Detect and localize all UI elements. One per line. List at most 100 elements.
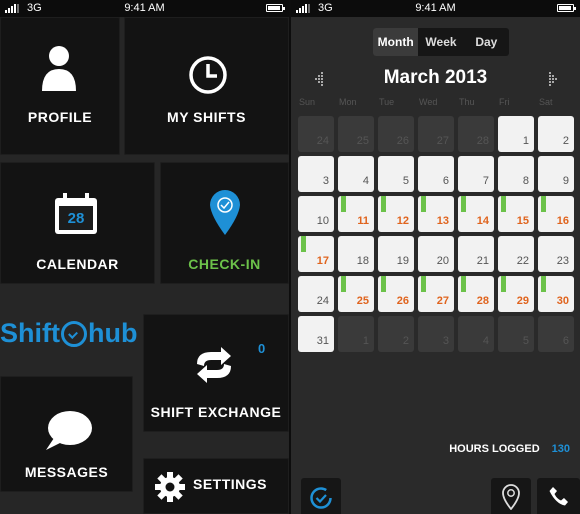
calendar-screen: 3G 9:41 AM Month Week Day March 2013 Sun…	[291, 0, 580, 514]
calendar-day-shift[interactable]: 27	[418, 276, 454, 312]
calendar-day[interactable]: 8	[498, 156, 534, 192]
day-number: 22	[516, 255, 529, 267]
calendar-day-shift[interactable]: 30	[538, 276, 574, 312]
profile-tile[interactable]: PROFILE	[0, 17, 120, 155]
my-shifts-tile[interactable]: MY SHIFTS	[124, 17, 289, 155]
calendar-day[interactable]: 1	[498, 116, 534, 152]
day-number: 28	[476, 295, 489, 307]
day-number: 15	[516, 215, 529, 227]
day-number: 1	[522, 135, 529, 147]
day-number: 19	[396, 255, 409, 267]
weekday-label: Fri	[499, 97, 510, 107]
calendar-day[interactable]: 9	[538, 156, 574, 192]
tab-month[interactable]: Month	[373, 28, 419, 56]
status-bar: 3G 9:41 AM	[0, 0, 289, 17]
tab-week[interactable]: Week	[418, 28, 463, 56]
calendar-day[interactable]: 21	[458, 236, 494, 272]
calendar-day[interactable]: 3	[298, 156, 334, 192]
calendar-tile[interactable]: 28 CALENDAR	[0, 162, 155, 284]
calendar-day-other-month[interactable]: 24	[298, 116, 334, 152]
shifthub-home-button[interactable]	[301, 478, 341, 514]
day-number: 1	[362, 335, 369, 347]
calendar-day-shift[interactable]: 14	[458, 196, 494, 232]
calendar-day-other-month[interactable]: 27	[418, 116, 454, 152]
calendar-day-other-month[interactable]: 28	[458, 116, 494, 152]
day-number: 11	[357, 215, 369, 227]
calendar-day[interactable]: 18	[338, 236, 374, 272]
logo-suffix: hub	[88, 318, 138, 348]
calendar-day-shift[interactable]: 29	[498, 276, 534, 312]
clock-icon	[189, 56, 227, 94]
shift-exchange-tile[interactable]: SHIFT EXCHANGE	[143, 314, 289, 432]
calendar-day[interactable]: 24	[298, 276, 334, 312]
calendar-day-shift[interactable]: 16	[538, 196, 574, 232]
calendar-day-other-month[interactable]: 25	[338, 116, 374, 152]
day-number: 12	[396, 215, 409, 227]
calendar-day-shift[interactable]: 25	[338, 276, 374, 312]
day-number: 24	[316, 135, 329, 147]
status-bar: 3G 9:41 AM	[291, 0, 580, 17]
status-time: 9:41 AM	[124, 2, 165, 14]
calendar-day-shift[interactable]: 12	[378, 196, 414, 232]
weekday-label: Sun	[299, 97, 316, 107]
calendar-day[interactable]: 4	[338, 156, 374, 192]
day-number: 6	[562, 335, 569, 347]
calendar-day[interactable]: 5	[378, 156, 414, 192]
hours-logged: HOURS LOGGED 130	[449, 443, 570, 455]
day-number: 2	[402, 335, 409, 347]
calendar-day[interactable]: 6	[418, 156, 454, 192]
calendar-day-other-month[interactable]: 2	[378, 316, 414, 352]
battery-icon	[557, 4, 576, 12]
check-in-tile[interactable]: CHECK-IN	[160, 162, 289, 284]
shifthub-logo: Shift hub	[0, 318, 137, 349]
calendar-day-shift[interactable]: 13	[418, 196, 454, 232]
calendar-day-other-month[interactable]: 1	[338, 316, 374, 352]
month-navigation: March 2013	[291, 64, 580, 92]
profile-label: PROFILE	[27, 109, 93, 125]
status-time: 9:41 AM	[415, 2, 456, 14]
calendar-day-shift[interactable]: 15	[498, 196, 534, 232]
my-shifts-label: MY SHIFTS	[167, 109, 246, 125]
calendar-day-shift[interactable]: 28	[458, 276, 494, 312]
calendar-day-shift[interactable]: 17	[298, 236, 334, 272]
calendar-day-other-month[interactable]: 3	[418, 316, 454, 352]
calendar-day-other-month[interactable]: 5	[498, 316, 534, 352]
settings-tile[interactable]: SETTINGS	[143, 458, 289, 514]
calendar-day-shift[interactable]: 26	[378, 276, 414, 312]
weekday-label: Mon	[339, 97, 357, 107]
calendar-day[interactable]: 23	[538, 236, 574, 272]
calendar-day[interactable]: 22	[498, 236, 534, 272]
day-number: 21	[476, 255, 489, 267]
home-screen: 3G 9:41 AM PROFILE MY SHIFTS 28 CALENDAR	[0, 0, 289, 514]
call-button[interactable]	[537, 478, 580, 514]
day-number: 4	[362, 175, 369, 187]
day-number: 5	[522, 335, 529, 347]
calendar-day[interactable]: 7	[458, 156, 494, 192]
day-number: 25	[356, 135, 369, 147]
hours-logged-label: HOURS LOGGED	[449, 443, 540, 455]
shift-exchange-label: SHIFT EXCHANGE	[150, 404, 282, 420]
day-number: 7	[482, 175, 489, 187]
battery-icon	[266, 4, 285, 12]
calendar-day[interactable]: 31	[298, 316, 334, 352]
messages-tile[interactable]: MESSAGES	[0, 376, 133, 492]
calendar-day-shift[interactable]: 11	[338, 196, 374, 232]
logo-check-icon	[61, 320, 87, 347]
calendar-day[interactable]: 10	[298, 196, 334, 232]
next-month-arrow-icon[interactable]	[547, 72, 561, 86]
calendar-day-other-month[interactable]: 4	[458, 316, 494, 352]
calendar-day[interactable]: 20	[418, 236, 454, 272]
calendar-day[interactable]: 2	[538, 116, 574, 152]
day-number: 5	[402, 175, 409, 187]
tab-day[interactable]: Day	[464, 28, 509, 56]
day-number: 3	[322, 175, 329, 187]
day-number: 27	[436, 295, 449, 307]
weekday-label: Thu	[459, 97, 475, 107]
check-in-button[interactable]	[491, 478, 531, 514]
location-pin-icon	[210, 190, 240, 235]
calendar-day-other-month[interactable]: 6	[538, 316, 574, 352]
calendar-day-other-month[interactable]: 26	[378, 116, 414, 152]
view-switcher: Month Week Day	[373, 28, 509, 56]
calendar-day[interactable]: 19	[378, 236, 414, 272]
check-circle-icon	[310, 487, 332, 509]
